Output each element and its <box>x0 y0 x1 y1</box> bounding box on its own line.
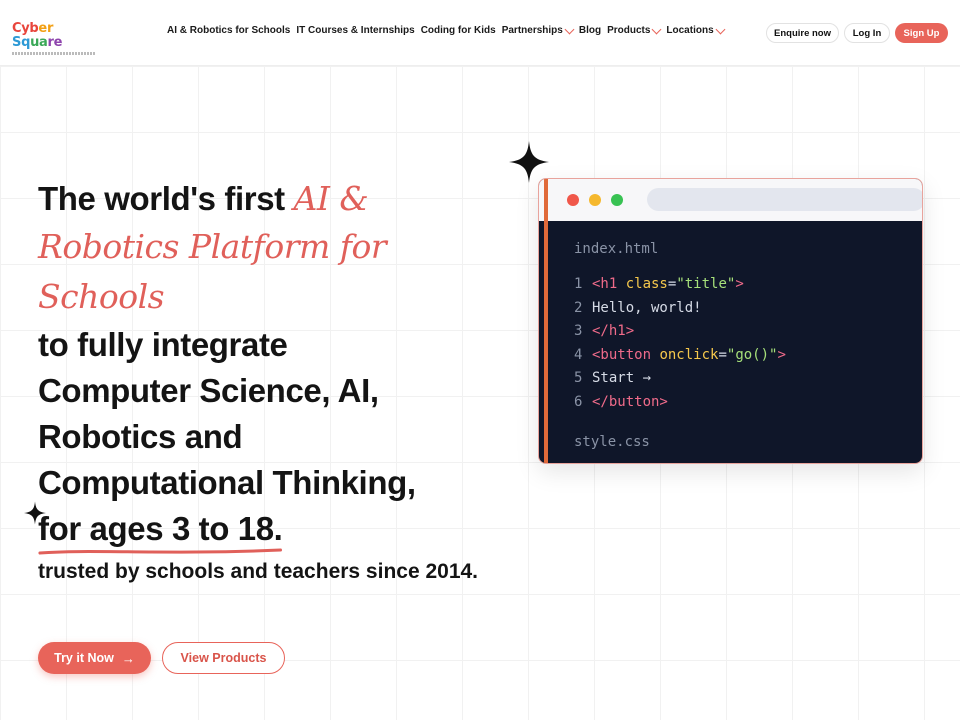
line-number: 2 <box>574 299 583 316</box>
line-number: 4 <box>574 346 583 363</box>
code-token: class <box>625 276 668 292</box>
code-token: > <box>735 276 744 292</box>
code-line: 2 Hello, world! <box>574 297 786 321</box>
try-it-now-button[interactable]: Try it Now → <box>38 642 151 674</box>
brush-underline-icon <box>38 548 283 555</box>
code-token: "title" <box>676 276 736 292</box>
site-header: Cyber Square AI & Robotics for Schools I… <box>0 0 960 66</box>
code-token: onclick <box>659 346 719 363</box>
code-editor-window: index.html 1 <h1 class="title"> 2 Hello, wo… <box>538 178 923 464</box>
code-token: </button> <box>592 393 668 410</box>
underlined-ages: for ages 3 to 18. <box>38 506 283 555</box>
nav-coding-for-kids[interactable]: Coding for Kids <box>421 25 496 36</box>
code-token: <button <box>592 346 660 363</box>
code-token: </h1> <box>592 323 635 339</box>
code-line: 5 Start → <box>574 367 786 391</box>
hero-headline-line-4: to fully integrate <box>38 326 288 363</box>
nav-partnerships[interactable]: Partnerships <box>502 24 575 36</box>
chevron-down-icon <box>651 24 662 34</box>
line-number: 5 <box>574 370 583 386</box>
log-in-button[interactable]: Log In <box>844 23 890 43</box>
hero-headline-line-8: for ages 3 to 18. <box>38 506 508 555</box>
hero-headline-line-5: Computer Science, AI, <box>38 372 379 409</box>
nav-blog[interactable]: Blog <box>579 25 601 36</box>
file-name-index: index.html <box>574 241 659 257</box>
code-token: = <box>718 346 727 363</box>
logo-tagline <box>12 52 96 55</box>
code-token: "go()" <box>726 346 778 363</box>
code-token: <h1 <box>592 276 626 292</box>
chevron-down-icon <box>715 24 726 34</box>
line-number: 3 <box>574 323 583 339</box>
hero-headline-line-1: The world's first AI & <box>38 179 369 218</box>
line-number: 6 <box>574 393 583 410</box>
hero-headline-line-7: Computational Thinking, <box>38 464 416 501</box>
file-name-style: style.css <box>574 434 650 450</box>
nav-it-courses[interactable]: IT Courses & Internships <box>296 25 414 36</box>
hero-section: The world's first AI & Robotics Platform… <box>38 176 508 583</box>
hero-headline-script-3: Schools <box>38 277 165 316</box>
code-line: 1 <h1 class="title"> <box>574 273 786 297</box>
arrow-right-icon: → <box>121 650 135 666</box>
sign-up-button[interactable]: Sign Up <box>895 23 948 43</box>
code-lines: 1 <h1 class="title"> 2 Hello, world! 3 </h1> 4… <box>574 273 786 414</box>
close-dot-icon <box>567 194 579 206</box>
nav-products[interactable]: Products <box>607 24 662 36</box>
code-line: 6 </button> <box>574 391 786 415</box>
code-token: Hello, world! <box>592 299 702 316</box>
address-bar <box>647 188 922 211</box>
view-products-button[interactable]: View Products <box>162 642 285 674</box>
code-token: > <box>777 346 786 363</box>
hero-headline-line-6: Robotics and <box>38 418 243 455</box>
code-token: Start → <box>592 370 652 386</box>
maximize-dot-icon <box>611 194 623 206</box>
minimize-dot-icon <box>589 194 601 206</box>
line-number: 1 <box>574 276 583 292</box>
window-titlebar <box>539 179 922 221</box>
main-nav: AI & Robotics for Schools IT Courses & I… <box>167 24 730 36</box>
hero-subtitle: trusted by schools and teachers since 20… <box>38 560 479 583</box>
sparkle-icon <box>509 141 549 183</box>
hero-headline-script-2: Robotics Platform for <box>38 227 387 266</box>
nav-locations[interactable]: Locations <box>666 24 726 36</box>
code-line: 4 <button onclick="go()"> <box>574 344 786 368</box>
enquire-now-button[interactable]: Enquire now <box>766 23 839 43</box>
cyber-square-logo[interactable]: Cyber Square <box>12 22 100 55</box>
editor-accent-bar <box>544 179 548 463</box>
nav-ai-robotics-schools[interactable]: AI & Robotics for Schools <box>167 25 290 36</box>
code-body: index.html 1 <h1 class="title"> 2 Hello, wo… <box>574 241 786 450</box>
chevron-down-icon <box>564 24 575 34</box>
code-line: 3 </h1> <box>574 320 786 344</box>
logo-wordmark: Cyber Square <box>12 21 63 50</box>
